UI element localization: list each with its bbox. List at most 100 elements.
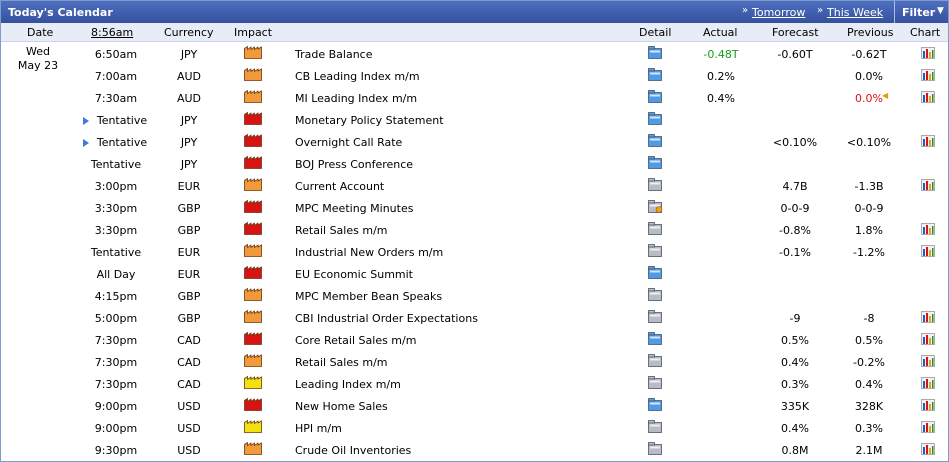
event-forecast: <0.10% xyxy=(772,136,818,149)
bar-chart-icon[interactable] xyxy=(921,245,935,257)
event-forecast: 0.4% xyxy=(781,422,809,435)
event-currency: CAD xyxy=(177,334,201,347)
event-time: 9:00pm xyxy=(94,422,138,435)
tomorrow-link[interactable]: Tomorrow xyxy=(752,6,805,19)
event-currency: GBP xyxy=(177,224,201,237)
table-row: 3:00pm EUR Current Account 4.7B -1.3B xyxy=(1,174,948,196)
detail-folder-icon[interactable] xyxy=(648,156,663,169)
bar-chart-icon[interactable] xyxy=(921,421,935,433)
column-header-date: Date xyxy=(27,26,54,39)
event-forecast: 4.7B xyxy=(782,180,808,193)
event-name: MPC Member Bean Speaks xyxy=(295,290,443,303)
detail-folder-icon[interactable] xyxy=(648,288,663,301)
detail-folder-icon[interactable] xyxy=(648,46,663,59)
impact-medium-icon xyxy=(244,45,262,59)
detail-folder-icon[interactable] xyxy=(648,420,663,433)
bar-chart-icon[interactable] xyxy=(921,333,935,345)
event-currency: GBP xyxy=(177,202,201,215)
event-currency: EUR xyxy=(177,268,201,281)
event-name: Industrial New Orders m/m xyxy=(295,246,444,259)
impact-high-icon xyxy=(244,265,262,279)
column-header-forecast: Forecast xyxy=(772,26,819,39)
impact-medium-icon xyxy=(244,353,262,367)
impact-medium-icon xyxy=(244,67,262,81)
bar-chart-icon[interactable] xyxy=(921,311,935,323)
event-name: Crude Oil Inventories xyxy=(295,444,412,457)
detail-folder-icon[interactable] xyxy=(648,398,663,411)
bar-chart-icon[interactable] xyxy=(921,91,935,103)
filter-button[interactable]: Filter ▼ xyxy=(894,1,948,23)
detail-folder-icon[interactable] xyxy=(648,134,663,147)
table-row: 7:30pm CAD Leading Index m/m 0.3% 0.4% xyxy=(1,372,948,394)
table-row: 7:00am AUD CB Leading Index m/m 0.2% 0.0% xyxy=(1,64,948,86)
bar-chart-icon[interactable] xyxy=(921,443,935,455)
event-name: Leading Index m/m xyxy=(295,378,401,391)
detail-folder-icon[interactable] xyxy=(648,266,663,279)
impact-high-icon xyxy=(244,397,262,411)
event-time: 5:00pm xyxy=(94,312,138,325)
detail-folder-icon[interactable] xyxy=(648,310,663,323)
detail-folder-icon[interactable] xyxy=(648,90,663,103)
table-row: 6:50am JPY Trade Balance -0.48T -0.60T -0.62T xyxy=(1,42,948,64)
event-forecast: 0.5% xyxy=(781,334,809,347)
detail-folder-icon[interactable] xyxy=(648,68,663,81)
event-currency: USD xyxy=(177,400,201,413)
detail-folder-icon[interactable] xyxy=(648,442,663,455)
column-header-row: Date 8:56am Currency Impact Detail Actua… xyxy=(1,23,948,42)
impact-medium-icon xyxy=(244,243,262,257)
calendar-titlebar: Today's Calendar » Tomorrow » This Week … xyxy=(1,1,948,23)
detail-folder-icon[interactable] xyxy=(648,222,663,235)
table-row: 7:30am AUD MI Leading Index m/m 0.4% 0.0% ◀ xyxy=(1,86,948,108)
impact-medium-icon xyxy=(244,177,262,191)
bar-chart-icon[interactable] xyxy=(921,399,935,411)
event-previous: 0.5% xyxy=(855,334,883,347)
detail-folder-icon[interactable] xyxy=(648,244,663,257)
event-time: 9:00pm xyxy=(94,400,138,413)
event-time: 7:30pm xyxy=(94,356,138,369)
detail-folder-icon[interactable] xyxy=(648,112,663,125)
event-currency: GBP xyxy=(177,290,201,303)
event-forecast: -0.1% xyxy=(779,246,811,259)
current-time-link[interactable]: 8:56am xyxy=(91,26,133,39)
impact-medium-icon xyxy=(244,89,262,103)
event-previous: -8 xyxy=(863,312,875,325)
table-row: Tentative JPY BOJ Press Conference xyxy=(1,152,948,174)
bar-chart-icon[interactable] xyxy=(921,47,935,59)
event-previous: 0.0% xyxy=(855,70,883,83)
event-name: BOJ Press Conference xyxy=(295,158,414,171)
revised-marker-icon: ◀ xyxy=(882,91,889,100)
event-forecast: -0.60T xyxy=(777,48,813,61)
detail-folder-star-icon[interactable] xyxy=(648,200,663,213)
bar-chart-icon[interactable] xyxy=(921,223,935,235)
event-currency: GBP xyxy=(177,312,201,325)
detail-folder-icon[interactable] xyxy=(648,376,663,389)
detail-folder-icon[interactable] xyxy=(648,332,663,345)
table-row: 9:00pm USD HPI m/m 0.4% 0.3% xyxy=(1,416,948,438)
bar-chart-icon[interactable] xyxy=(921,69,935,81)
bar-chart-icon[interactable] xyxy=(921,135,935,147)
event-currency: USD xyxy=(177,422,201,435)
bar-chart-icon[interactable] xyxy=(921,355,935,367)
impact-high-icon xyxy=(244,111,262,125)
event-currency: JPY xyxy=(180,158,198,171)
event-name: MPC Meeting Minutes xyxy=(295,202,414,215)
column-header-actual: Actual xyxy=(703,26,738,39)
event-currency: JPY xyxy=(180,114,198,127)
event-previous: -1.2% xyxy=(853,246,885,259)
event-name: Current Account xyxy=(295,180,385,193)
column-header-previous: Previous xyxy=(847,26,894,39)
impact-high-icon xyxy=(244,199,262,213)
detail-folder-icon[interactable] xyxy=(648,178,663,191)
detail-folder-icon[interactable] xyxy=(648,354,663,367)
filter-label: Filter xyxy=(902,6,936,19)
bar-chart-icon[interactable] xyxy=(921,377,935,389)
table-row: 9:30pm USD Crude Oil Inventories 0.8M 2.1M xyxy=(1,438,948,460)
this-week-link[interactable]: This Week xyxy=(827,6,883,19)
table-row: 7:30pm CAD Core Retail Sales m/m 0.5% 0.5% xyxy=(1,328,948,350)
event-previous: -1.3B xyxy=(854,180,884,193)
bar-chart-icon[interactable] xyxy=(921,179,935,191)
event-name: MI Leading Index m/m xyxy=(295,92,418,105)
event-currency: JPY xyxy=(180,48,198,61)
impact-high-icon xyxy=(244,331,262,345)
table-row: 7:30pm CAD Retail Sales m/m 0.4% -0.2% xyxy=(1,350,948,372)
